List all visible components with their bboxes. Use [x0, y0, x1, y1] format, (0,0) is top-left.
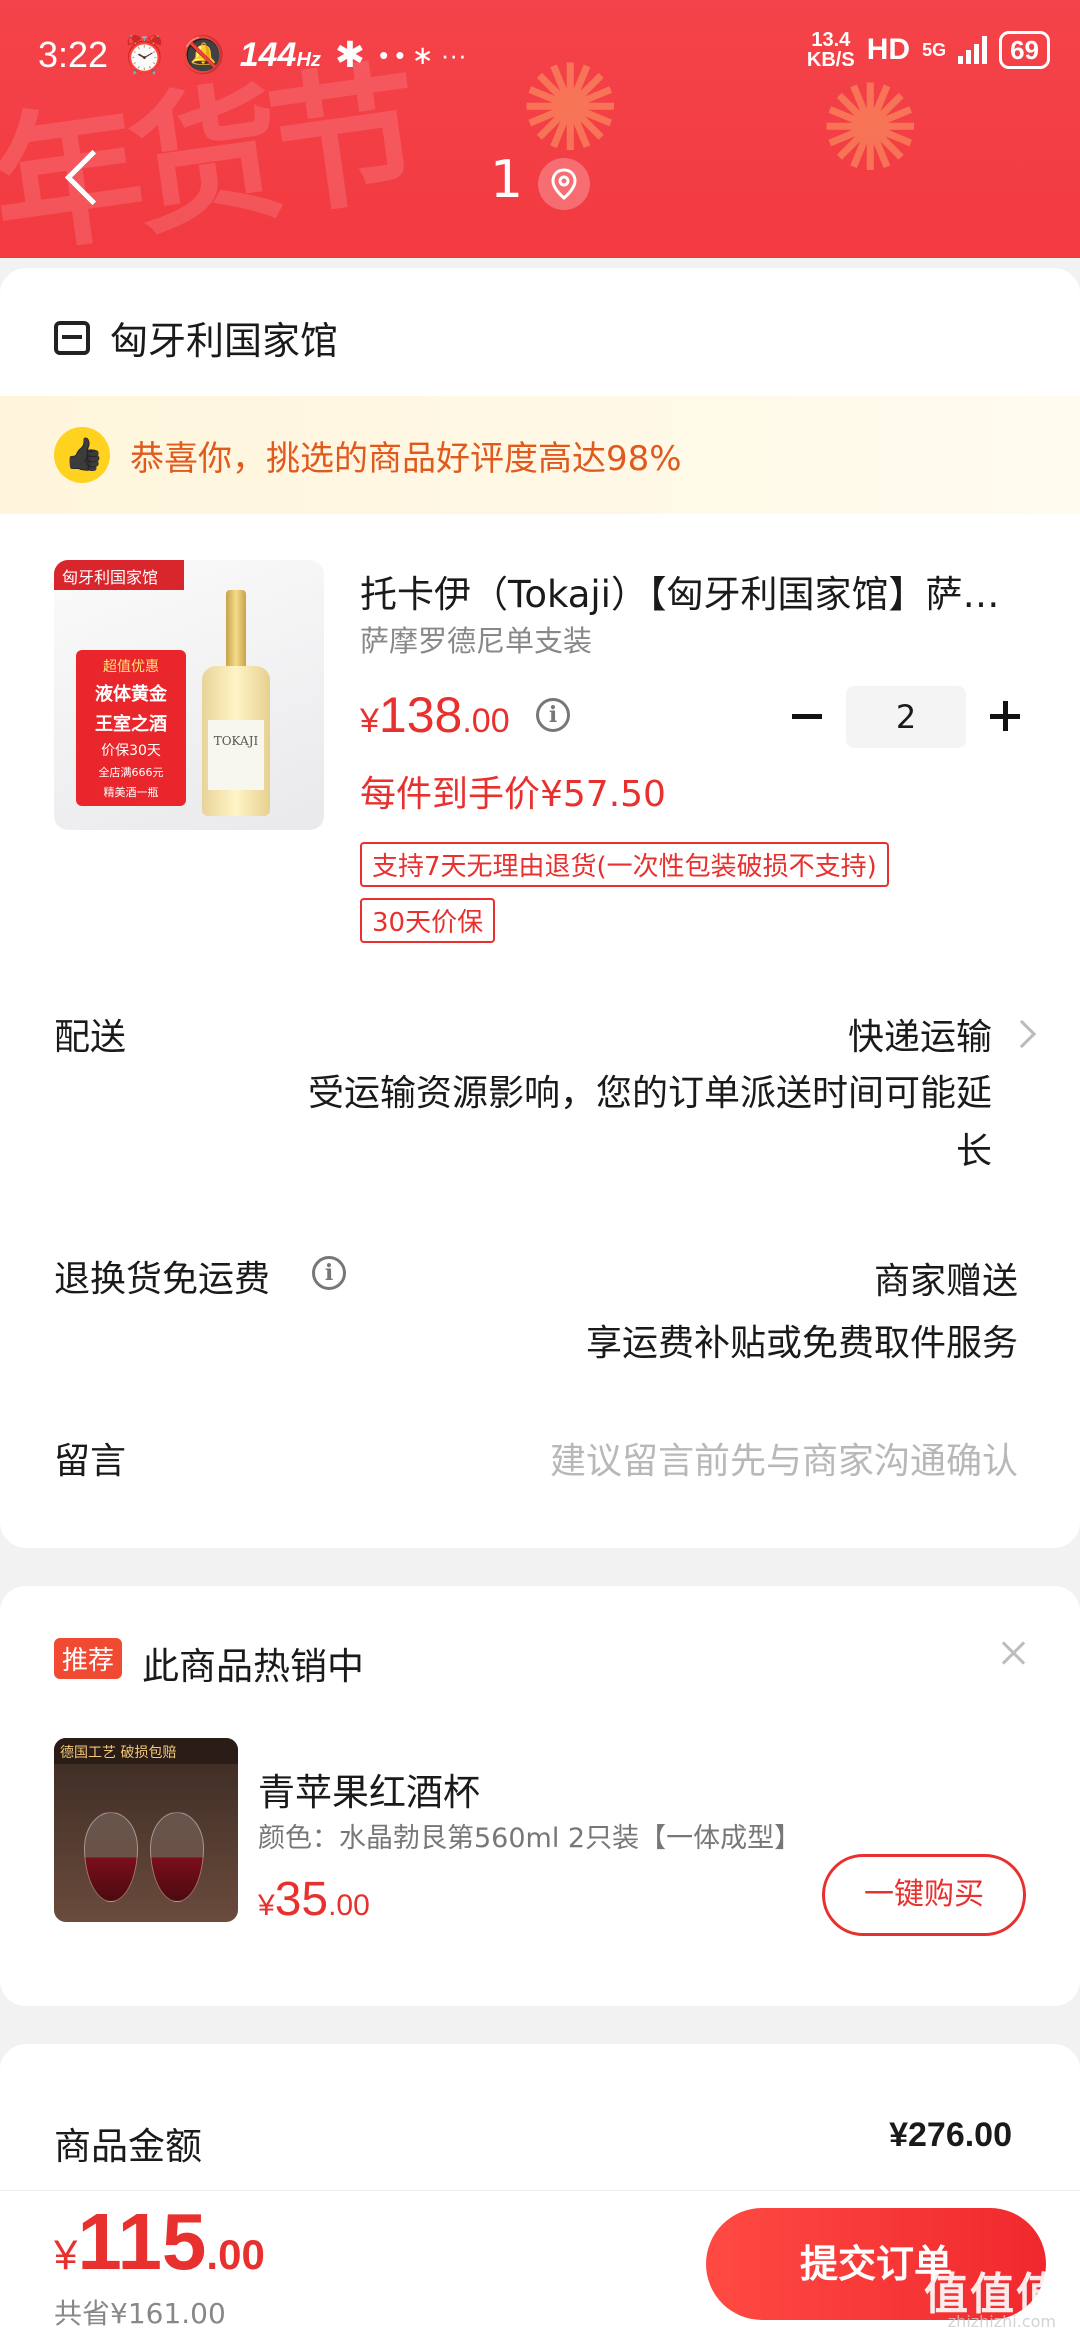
recommend-badge: 推荐: [54, 1638, 123, 1679]
page-title: 1: [490, 150, 524, 210]
total-price: ¥115.00: [54, 2197, 265, 2286]
status-time: 3:22: [38, 34, 109, 75]
mute-icon: 🔕: [180, 34, 226, 75]
wine-glass-image: [150, 1812, 204, 1902]
notification-dots-icon: • • ∗ ···: [379, 39, 467, 70]
recommend-product-name[interactable]: 青苹果红酒杯: [258, 1762, 480, 1816]
return-shipping-label: 退换货免运费: [54, 1259, 271, 1300]
return-policy-tag: 支持7天无理由退货(一次性包装破损不支持): [360, 842, 889, 887]
network-type: 5G: [922, 39, 947, 60]
product-image[interactable]: 匈牙利国家馆 超值优惠 液体黄金 王室之酒 价保30天 全店满666元 精美酒一…: [54, 560, 324, 830]
location-pin-icon[interactable]: [538, 158, 590, 210]
recommend-image-strip: 德国工艺 破损包赔: [54, 1738, 238, 1764]
recommend-product-price: ¥35.00: [258, 1873, 370, 1926]
watermark-url: zhizhizhi.com: [947, 2312, 1056, 2331]
refresh-rate: 144Hz: [239, 35, 321, 74]
saved-amount: 共省¥161.00: [54, 2297, 226, 2330]
thumbs-up-icon: [54, 427, 110, 483]
product-spec[interactable]: 萨摩罗德尼单支装: [360, 618, 592, 660]
product-image-shop-label: 匈牙利国家馆: [54, 560, 184, 590]
return-shipping-info-icon[interactable]: i: [312, 1256, 346, 1290]
order-card: 匈牙利国家馆 恭喜你，挑选的商品好评度高达98% 匈牙利国家馆 超值优惠 液体黄…: [0, 268, 1080, 1548]
message-input[interactable]: 建议留言前先与商家沟通确认: [550, 1432, 1018, 1484]
store-icon: [54, 320, 90, 355]
price-protection-tag: 30天价保: [360, 898, 496, 943]
product-title[interactable]: 托卡伊（Tokaji）【匈牙利国家馆】萨摩罗德尼单支装: [360, 564, 1010, 618]
goods-amount-label: 商品金额: [54, 2125, 202, 2168]
product-image-promo-badge: 超值优惠 液体黄金 王室之酒 价保30天 全店满666元 精美酒一瓶: [76, 650, 186, 806]
recommend-title: 此商品热销中: [142, 1645, 364, 1688]
back-button[interactable]: [55, 150, 105, 210]
net-speed: 13.4 KB/S: [806, 29, 855, 71]
goods-amount-value: ¥276.00: [889, 2116, 1012, 2154]
quantity-increase-button[interactable]: [986, 692, 1026, 742]
praise-text: 恭喜你，挑选的商品好评度高达98%: [130, 438, 682, 479]
product-price: ¥138.00: [360, 687, 510, 743]
praise-banner: 恭喜你，挑选的商品好评度高达98%: [0, 396, 1080, 514]
signal-icon: [958, 36, 988, 64]
return-shipping-value: 商家赠送 享运费补贴或免费取件服务: [585, 1261, 1018, 1364]
price-info-icon[interactable]: i: [536, 698, 570, 732]
delivery-method[interactable]: 快递运输: [848, 1008, 992, 1060]
page-header: 年货节 ✺ ✺ 3:22 ⏰ 🔕 144Hz ✱ • • ∗ ··· 13.4 …: [0, 0, 1080, 258]
shop-name: 匈牙利国家馆: [110, 319, 339, 363]
recommend-product-spec: 颜色：水晶勃艮第560ml 2只装【一体成型】: [258, 1823, 802, 1854]
close-icon[interactable]: [998, 1638, 1028, 1668]
quantity-input[interactable]: 2: [846, 686, 966, 748]
alarm-icon: ⏰: [122, 34, 167, 75]
delivery-note: 受运输资源影响，您的订单派送时间可能延 长: [307, 1073, 992, 1172]
hd-indicator: HD: [866, 33, 911, 66]
status-bar: 3:22 ⏰ 🔕 144Hz ✱ • • ∗ ··· 13.4 KB/S HD …: [0, 0, 1080, 110]
recommend-product-image[interactable]: 德国工艺 破损包赔: [54, 1738, 238, 1922]
recommend-card: 推荐 此商品热销中 德国工艺 破损包赔 青苹果红酒杯 颜色：水晶勃艮第560ml…: [0, 1586, 1080, 2006]
wine-glass-image: [84, 1812, 138, 1902]
bluetooth-icon: ✱: [334, 34, 366, 75]
one-click-buy-button[interactable]: 一键购买: [822, 1854, 1026, 1936]
shop-row[interactable]: 匈牙利国家馆: [54, 310, 338, 365]
quantity-decrease-button[interactable]: [788, 692, 828, 742]
message-label: 留言: [54, 1441, 127, 1482]
delivery-label: 配送: [54, 1017, 127, 1058]
chevron-right-icon[interactable]: [1007, 1019, 1037, 1049]
battery-indicator: 69: [999, 31, 1050, 69]
unit-price-text: 每件到手价¥57.50: [360, 774, 666, 815]
wine-bottle-image: TOKAJI: [202, 590, 270, 820]
